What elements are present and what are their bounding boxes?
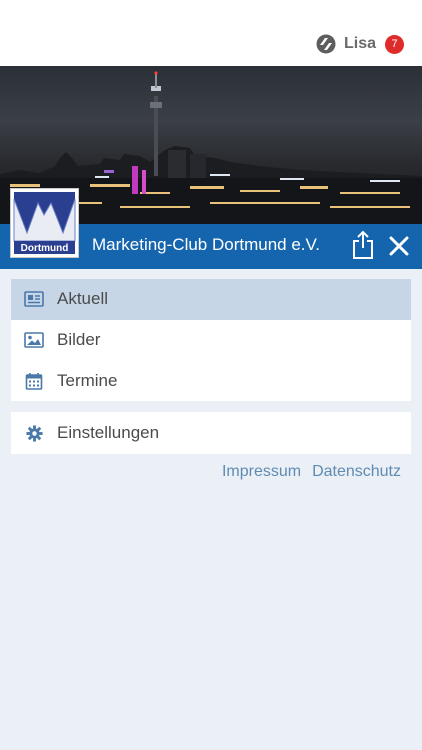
app-logo-icon [316, 34, 336, 54]
menu-item-bilder[interactable]: Bilder [11, 320, 411, 361]
menu-item-label: Bilder [57, 330, 101, 350]
settings-menu: Einstellungen [11, 412, 411, 454]
club-title: Marketing-Club Dortmund e.V. [92, 235, 321, 254]
navigation-menu: Aktuell Bilder Termine [11, 279, 411, 401]
menu-item-aktuell[interactable]: Aktuell [11, 279, 411, 320]
menu-item-label: Aktuell [57, 289, 109, 309]
menu-item-termine[interactable]: Termine [11, 360, 411, 401]
top-bar: Lisa 7 [0, 0, 422, 66]
user-account-button[interactable]: Lisa 7 [316, 32, 404, 56]
club-logo: Dortmund [10, 188, 79, 258]
impressum-link[interactable]: Impressum [222, 463, 301, 481]
share-icon[interactable] [350, 230, 376, 260]
datenschutz-link[interactable]: Datenschutz [312, 463, 401, 481]
image-icon [24, 330, 44, 350]
notification-badge: 7 [385, 34, 404, 54]
calendar-icon [24, 371, 44, 391]
menu-item-einstellungen[interactable]: Einstellungen [11, 412, 411, 454]
menu-item-label: Termine [57, 370, 118, 390]
gear-icon [24, 423, 44, 443]
club-logo-text: Dortmund [20, 243, 69, 254]
menu-item-label: Einstellungen [57, 423, 160, 442]
footer-links: Impressum Datenschutz [222, 463, 401, 481]
news-icon [24, 289, 44, 309]
user-name: Lisa [343, 35, 376, 52]
close-icon[interactable] [388, 235, 410, 257]
